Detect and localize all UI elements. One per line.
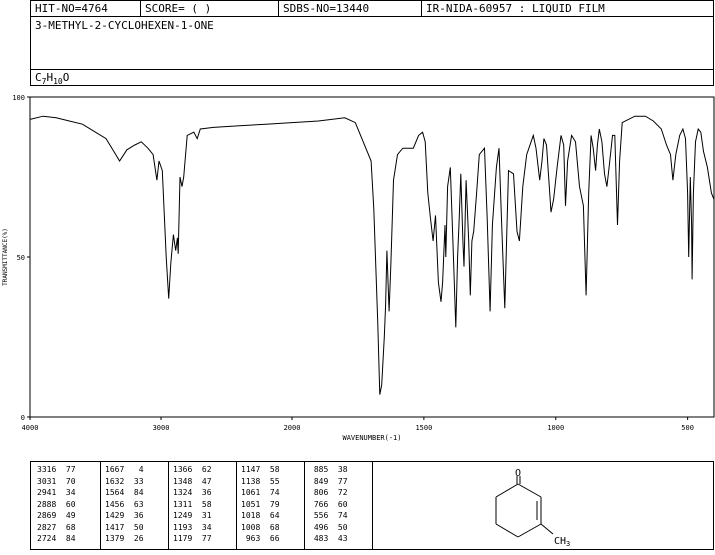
x-tick-label: 500 [681,424,694,432]
ring-bond [517,483,542,498]
x-tick-label: 4000 [22,424,39,432]
ring-bond [517,523,542,538]
peak-column: 885 38 849 77 806 72 766 60 556 74 496 5… [313,465,348,543]
peak-column: 1366 62 1348 47 1324 36 1311 58 1249 31 … [173,465,212,543]
y-axis-ticks: 0 50 100 [12,94,30,422]
structure-panel: O CH3 [373,461,714,550]
x-tick-label: 1000 [547,424,564,432]
y-tick-label: 100 [12,94,25,102]
peak-column-divider [304,462,305,549]
peak-table: 3316 77 3031 70 2941 34 2888 60 2869 49 … [30,461,373,550]
x-axis-label: WAVENUMBER(-1) [342,434,401,442]
peak-column-divider [236,462,237,549]
ring-bond [495,483,519,498]
y-axis-label: TRANSMITTANCE(%) [2,228,9,286]
y-tick-label: 0 [21,414,25,422]
x-axis-ticks: 4000 3000 2000 1500 1000 500 [22,417,694,432]
x-tick-label: 3000 [153,424,170,432]
peak-column-divider [100,462,101,549]
y-tick-label: 50 [17,254,25,262]
x-tick-label: 2000 [284,424,301,432]
peak-column: 1147 58 1138 55 1061 74 1051 79 1018 64 … [241,465,280,543]
methyl-label: CH3 [554,536,570,548]
peak-column: 1667 4 1632 33 1564 84 1456 63 1429 36 1… [105,465,144,543]
ring-bond [495,523,519,538]
methyl-bond [540,523,554,535]
peak-column: 3316 77 3031 70 2941 34 2888 60 2869 49 … [37,465,76,543]
transmittance-curve [29,115,715,395]
ir-spectrum-chart: 0 50 100 4000 3000 2000 1500 1000 500 WAVENUMBE… [2,94,715,442]
oxygen-atom-label: O [515,468,521,479]
structure-drawing [495,476,554,538]
x-tick-label: 1500 [415,424,432,432]
peak-column-divider [168,462,169,549]
